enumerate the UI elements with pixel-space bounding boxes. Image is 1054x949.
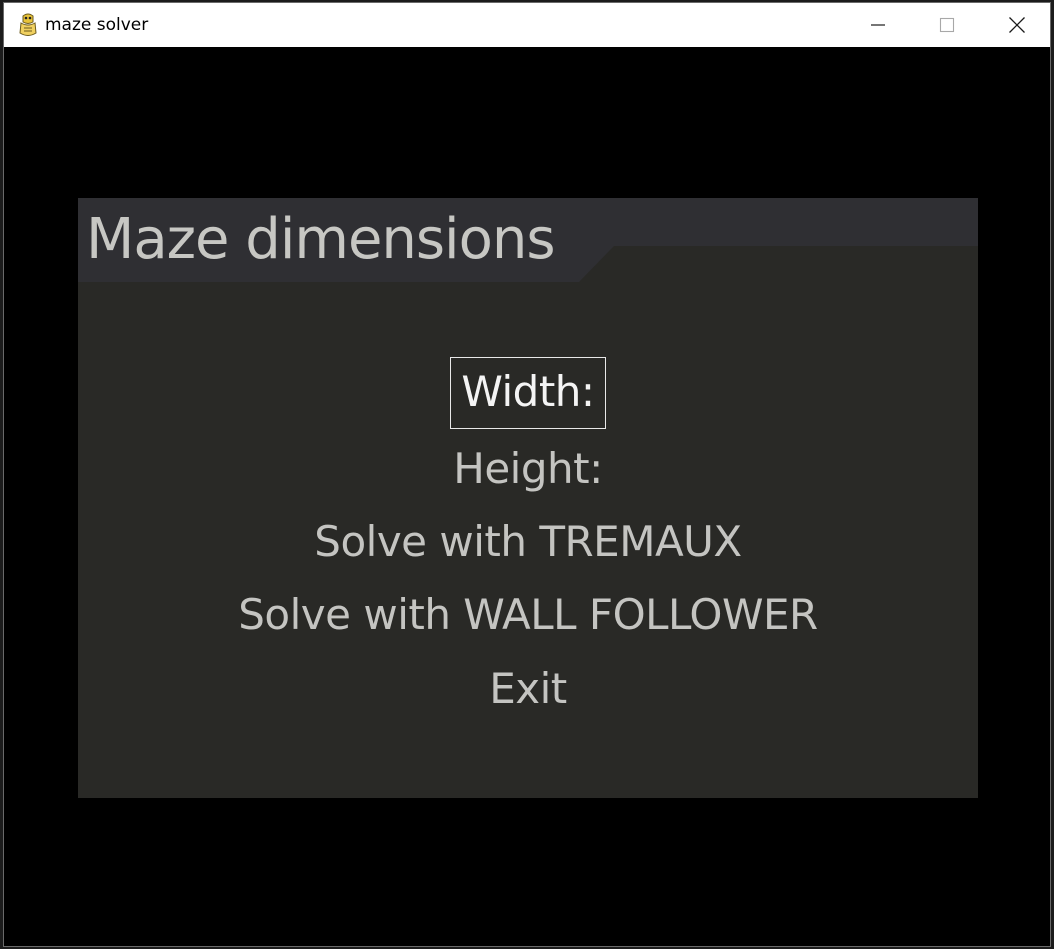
close-icon	[1008, 16, 1026, 34]
title-bar[interactable]: maze solver	[4, 3, 1050, 47]
game-canvas: Maze dimensions Width: Height: Solve wit…	[4, 47, 1050, 946]
python-snake-icon	[17, 13, 39, 37]
width-label: Width:	[450, 357, 606, 429]
close-button[interactable]	[983, 3, 1051, 47]
solve-wall-follower-button[interactable]: Solve with WALL FOLLOWER	[78, 590, 978, 640]
window-title: maze solver	[45, 15, 149, 35]
exit-button[interactable]: Exit	[78, 664, 978, 714]
height-label: Height:	[453, 444, 603, 493]
minimize-button[interactable]	[844, 3, 912, 47]
solve-wall-follower-label: Solve with WALL FOLLOWER	[238, 590, 818, 639]
menu-title: Maze dimensions	[86, 207, 556, 272]
minimize-icon	[870, 17, 886, 33]
menu-panel: Maze dimensions Width: Height: Solve wit…	[78, 198, 978, 798]
exit-label: Exit	[489, 664, 567, 713]
width-input[interactable]: Width:	[78, 357, 978, 429]
solve-tremaux-button[interactable]: Solve with TREMAUX	[78, 517, 978, 567]
height-input[interactable]: Height:	[78, 444, 978, 494]
solve-tremaux-label: Solve with TREMAUX	[314, 517, 742, 566]
app-window: maze solver Maze dimensions Width: Heigh…	[3, 2, 1051, 947]
maximize-button[interactable]	[913, 3, 981, 47]
maximize-icon	[939, 17, 955, 33]
